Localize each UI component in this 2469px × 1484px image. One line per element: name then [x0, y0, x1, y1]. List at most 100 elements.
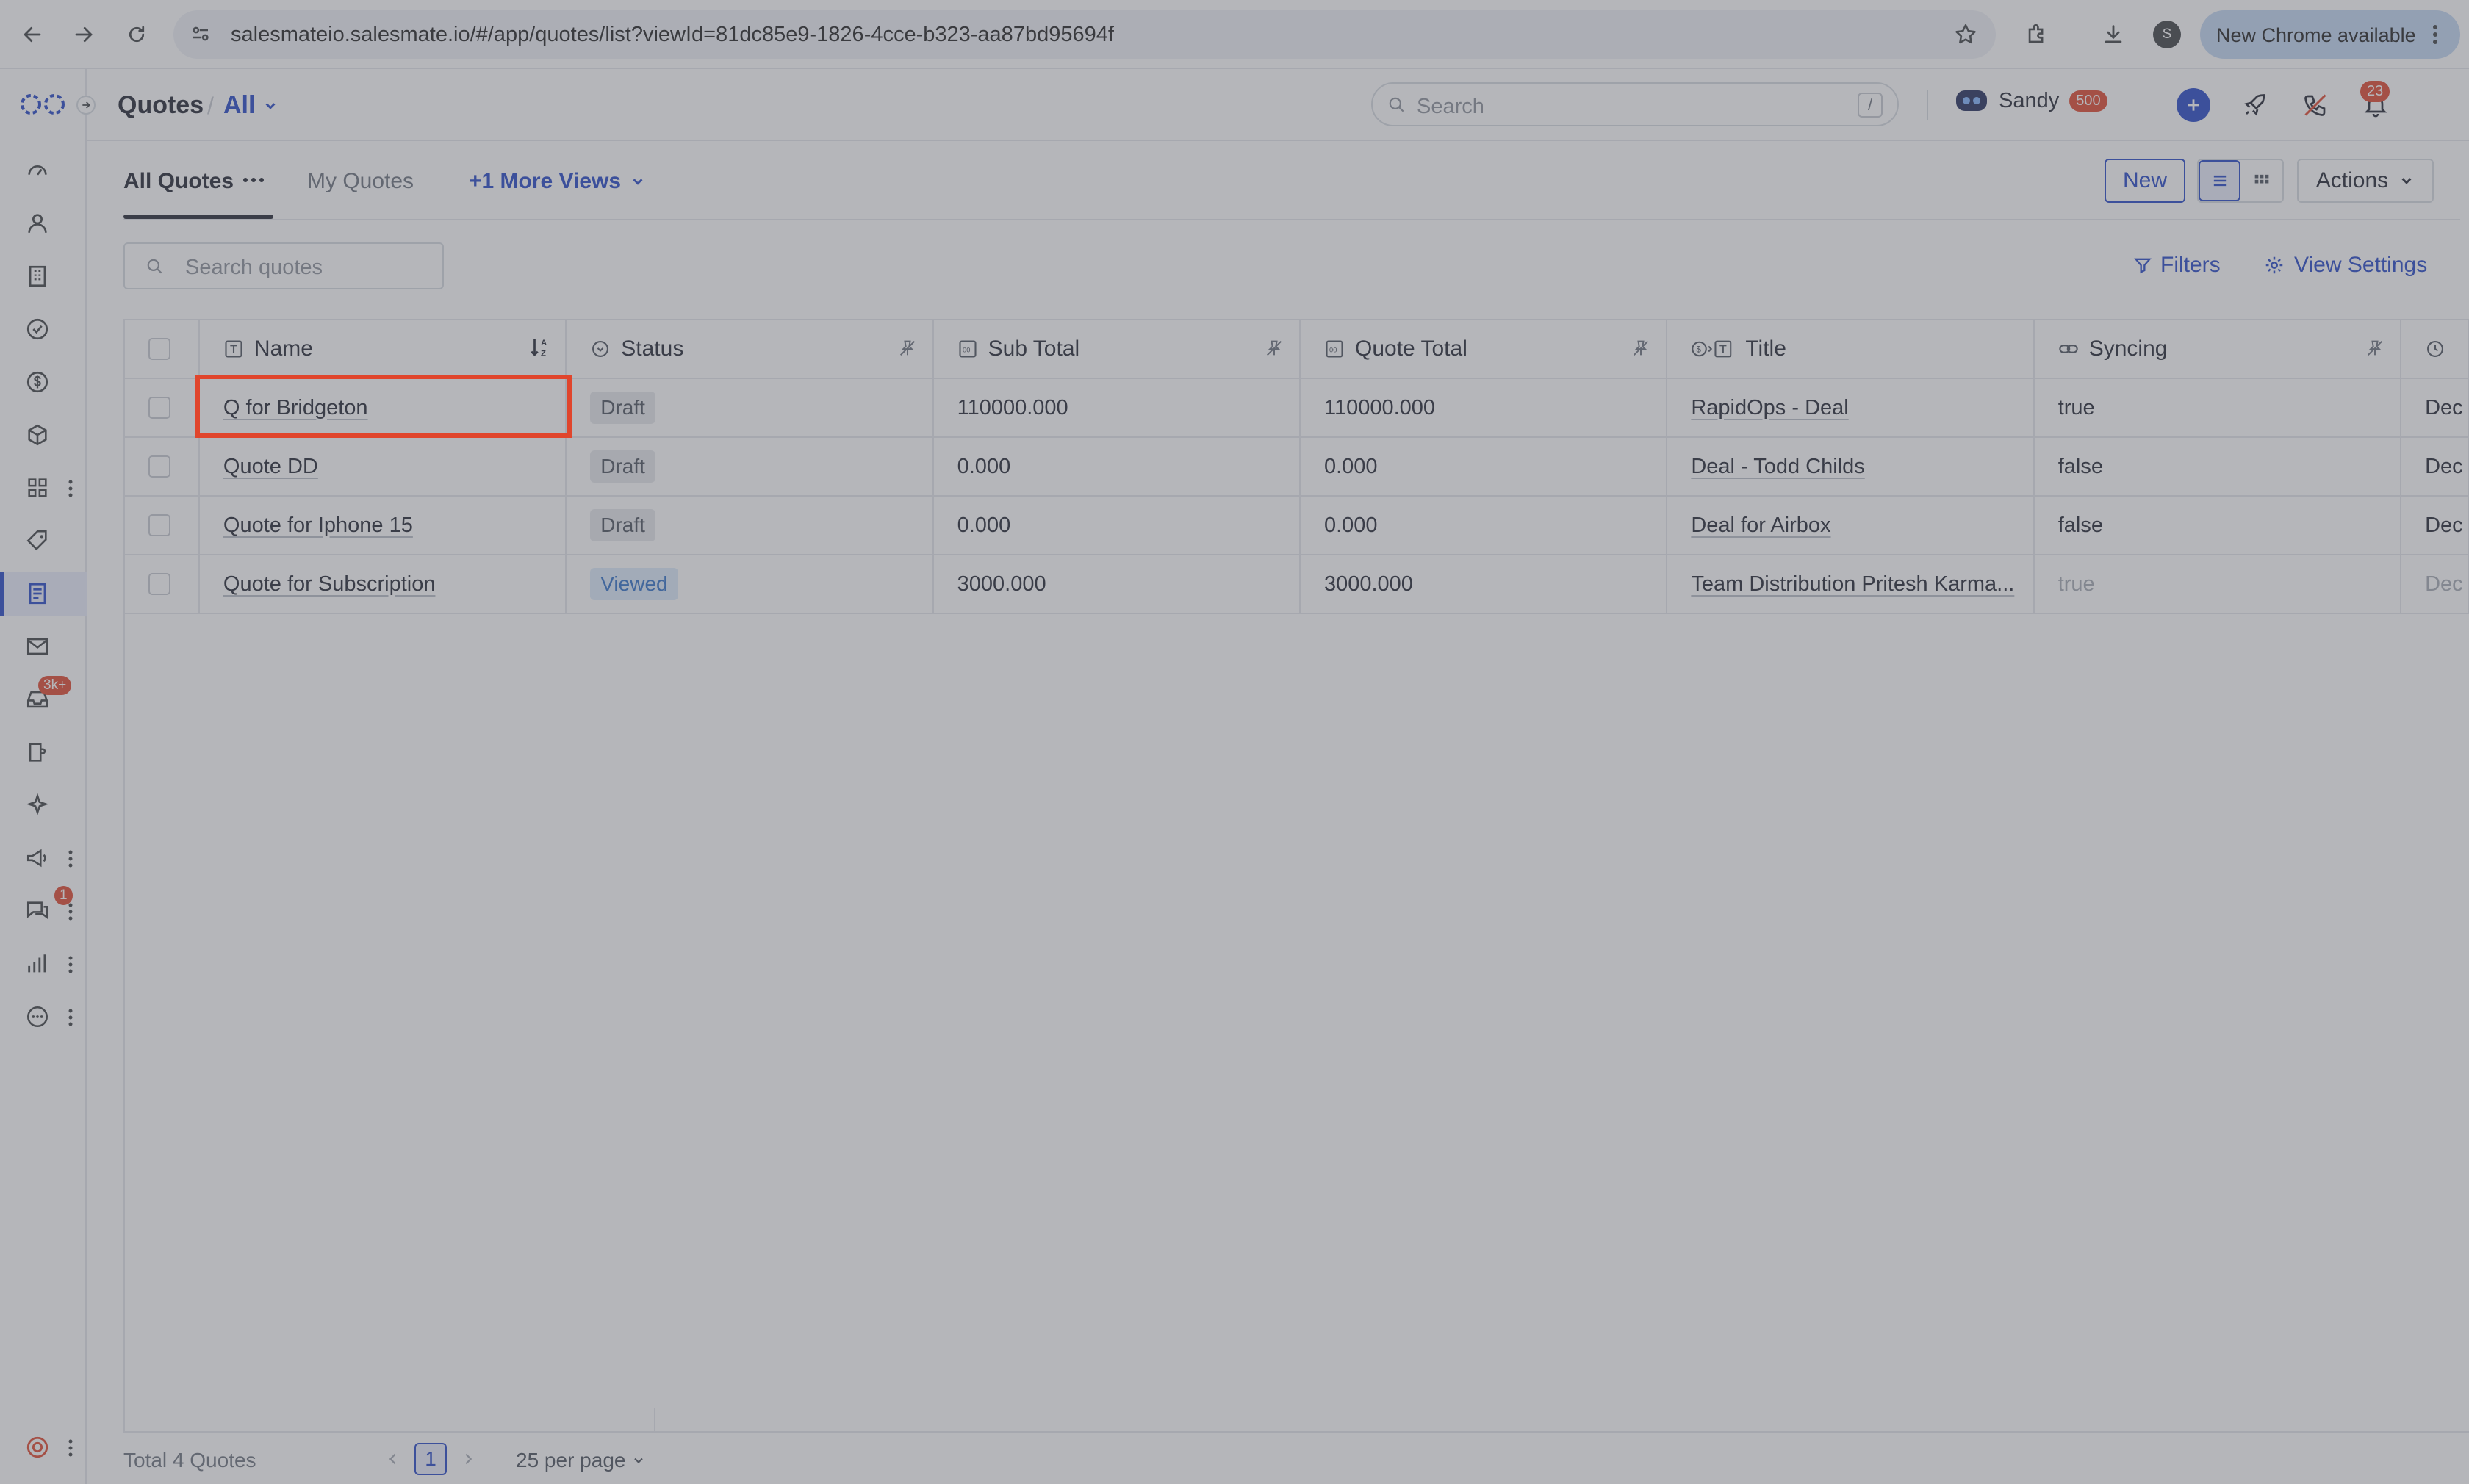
- view-settings-button[interactable]: View Settings: [2263, 253, 2427, 278]
- table-row[interactable]: Q for Bridgeton Draft 110000.000 110000.…: [125, 379, 2468, 438]
- prev-page-icon[interactable]: [385, 1451, 401, 1467]
- column-header-quote-total[interactable]: 00 Quote Total: [1301, 320, 1668, 378]
- select-all-checkbox[interactable]: [148, 338, 170, 360]
- unpin-column-icon[interactable]: [897, 338, 918, 359]
- quote-name-link[interactable]: Quote for Subscription: [223, 572, 436, 597]
- rocket-button[interactable]: [2237, 87, 2274, 123]
- unpin-column-icon[interactable]: [1264, 338, 1284, 359]
- bookmark-star-icon[interactable]: [1953, 22, 1978, 47]
- sidebar-item-sequences[interactable]: [0, 730, 87, 774]
- column-header-sub-total[interactable]: 00 Sub Total: [934, 320, 1301, 378]
- reports-more-icon[interactable]: [68, 955, 73, 974]
- deal-title-link[interactable]: Deal - Todd Childs: [1691, 455, 1864, 479]
- sidebar-item-ai[interactable]: [0, 783, 87, 827]
- reload-button[interactable]: [121, 18, 153, 51]
- next-page-icon[interactable]: [460, 1451, 476, 1467]
- downloads-icon[interactable]: [2097, 18, 2130, 51]
- tab-all-quotes[interactable]: All Quotes: [123, 169, 234, 194]
- quote-name-cell[interactable]: Q for Bridgeton: [200, 379, 567, 436]
- grid-view-button[interactable]: [2240, 160, 2282, 201]
- column-header-title[interactable]: $ Title: [1667, 320, 2035, 378]
- help-more-icon[interactable]: [68, 1438, 73, 1458]
- sidebar-item-products[interactable]: [0, 413, 87, 457]
- sidebar-item-apps[interactable]: [0, 466, 87, 510]
- quote-total-cell: 3000.000: [1301, 555, 1668, 613]
- back-button[interactable]: [16, 18, 48, 51]
- sidebar-item-campaigns[interactable]: [0, 836, 87, 880]
- chevron-down-icon: [633, 179, 643, 185]
- sidebar-item-tags[interactable]: [0, 519, 87, 563]
- chat-more-icon[interactable]: [68, 902, 73, 921]
- deal-title-link[interactable]: Deal for Airbox: [1691, 514, 1830, 538]
- salesmate-logo[interactable]: [19, 93, 66, 116]
- quick-add-button[interactable]: [2177, 88, 2210, 122]
- row-checkbox[interactable]: [148, 573, 170, 595]
- table-row[interactable]: Quote for Subscription Viewed 3000.000 3…: [125, 555, 2468, 614]
- deal-title-cell[interactable]: RapidOps - Deal: [1667, 379, 2035, 436]
- column-header-date[interactable]: [2401, 320, 2468, 378]
- status-cell: Draft: [567, 438, 934, 495]
- quote-name-cell[interactable]: Quote for Iphone 15: [200, 497, 567, 554]
- new-chrome-available-button[interactable]: New Chrome available: [2200, 10, 2460, 59]
- list-view-button[interactable]: [2199, 160, 2241, 201]
- address-bar[interactable]: salesmateio.salesmate.io/#/app/quotes/li…: [173, 10, 1996, 59]
- unpin-column-icon[interactable]: [2365, 338, 2385, 359]
- sidebar-item-deals[interactable]: [0, 360, 87, 404]
- svg-text:$: $: [1697, 346, 1702, 355]
- row-checkbox[interactable]: [148, 514, 170, 536]
- actions-dropdown[interactable]: Actions: [2297, 159, 2434, 203]
- sidebar-item-companies[interactable]: [0, 254, 87, 298]
- deal-title-link[interactable]: Team Distribution Pritesh Karma...: [1691, 572, 2014, 597]
- per-page-dropdown[interactable]: 25 per page: [516, 1449, 646, 1472]
- deal-title-cell[interactable]: Deal - Todd Childs: [1667, 438, 2035, 495]
- global-search-input[interactable]: Search /: [1371, 82, 1899, 126]
- deal-title-cell[interactable]: Deal for Airbox: [1667, 497, 2035, 554]
- tab-my-quotes[interactable]: My Quotes: [307, 169, 414, 194]
- column-header-syncing[interactable]: Syncing: [2035, 320, 2402, 378]
- site-settings-icon[interactable]: [190, 23, 212, 45]
- sidebar-item-chat[interactable]: 1: [0, 886, 87, 933]
- sidebar-item-inbox[interactable]: 3k+: [0, 676, 87, 721]
- phone-off-button[interactable]: [2297, 87, 2334, 123]
- quote-name-cell[interactable]: Quote DD: [200, 438, 567, 495]
- quote-name-cell[interactable]: Quote for Subscription: [200, 555, 567, 613]
- column-header-status[interactable]: Status: [567, 320, 934, 378]
- sidebar-item-email[interactable]: [0, 624, 87, 669]
- active-tab-indicator: [123, 215, 273, 219]
- forward-button[interactable]: [68, 18, 100, 51]
- quote-name-link[interactable]: Q for Bridgeton: [223, 396, 368, 420]
- browser-menu-icon[interactable]: [2421, 20, 2450, 49]
- column-header-name[interactable]: Name AZ: [200, 320, 567, 378]
- deal-title-link[interactable]: RapidOps - Deal: [1691, 396, 1848, 420]
- row-checkbox[interactable]: [148, 397, 170, 419]
- sidebar-item-dashboard[interactable]: [0, 148, 87, 192]
- new-quote-button[interactable]: New: [2105, 159, 2185, 203]
- filters-button[interactable]: Filters: [2132, 253, 2221, 278]
- user-chip[interactable]: Sandy 500: [1955, 88, 2107, 113]
- campaigns-more-icon[interactable]: [68, 849, 73, 868]
- sort-az-icon[interactable]: AZ: [528, 335, 553, 360]
- sidebar-item-contacts[interactable]: [0, 201, 87, 245]
- unpin-column-icon[interactable]: [1631, 338, 1651, 359]
- sidebar-item-more[interactable]: [0, 995, 87, 1039]
- sidebar-item-tasks[interactable]: [0, 307, 87, 351]
- sidebar-item-reports[interactable]: [0, 942, 87, 986]
- tab-options-icon[interactable]: [241, 169, 266, 191]
- table-row[interactable]: Quote for Iphone 15 Draft 0.000 0.000 De…: [125, 497, 2468, 555]
- sidebar-item-quotes[interactable]: [0, 572, 87, 616]
- apps-more-icon[interactable]: [68, 479, 73, 498]
- extensions-icon[interactable]: [2021, 18, 2053, 51]
- more-menu-icon[interactable]: [68, 1008, 73, 1027]
- expand-sidebar-button[interactable]: [76, 96, 96, 115]
- quote-name-link[interactable]: Quote DD: [223, 455, 318, 479]
- deal-title-cell[interactable]: Team Distribution Pritesh Karma...: [1667, 555, 2035, 613]
- table-row[interactable]: Quote DD Draft 0.000 0.000 Deal - Todd C…: [125, 438, 2468, 497]
- row-checkbox[interactable]: [148, 455, 170, 478]
- view-selector-dropdown[interactable]: All: [223, 91, 278, 120]
- more-views-dropdown[interactable]: +1 More Views: [469, 169, 646, 194]
- page-number-button[interactable]: 1: [414, 1443, 447, 1475]
- sidebar-item-help[interactable]: [0, 1425, 87, 1469]
- browser-profile-avatar[interactable]: S: [2153, 21, 2181, 48]
- search-quotes-input[interactable]: Search quotes: [123, 242, 444, 289]
- quote-name-link[interactable]: Quote for Iphone 15: [223, 514, 413, 538]
